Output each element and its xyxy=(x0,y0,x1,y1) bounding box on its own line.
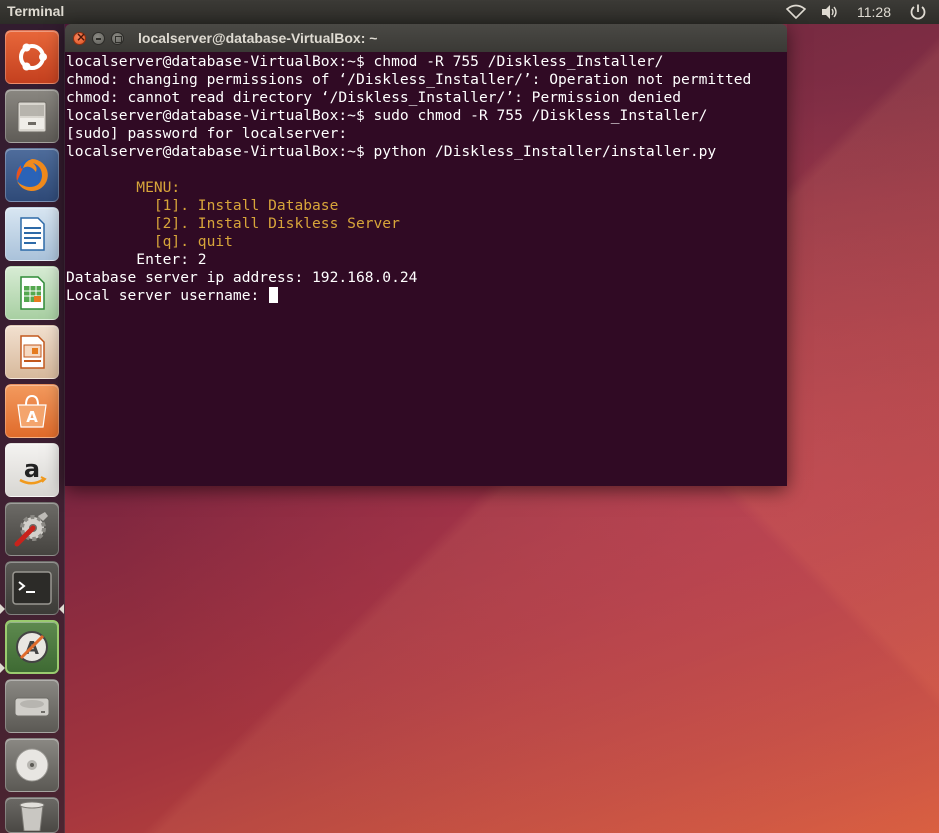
software-updater-icon[interactable]: A xyxy=(5,620,59,674)
terminal-line: Local server username: xyxy=(66,287,751,305)
terminal-icon[interactable] xyxy=(5,561,59,615)
minimize-button[interactable] xyxy=(92,32,105,45)
power-icon[interactable] xyxy=(907,2,929,22)
disk-drive-icon[interactable] xyxy=(5,679,59,733)
terminal-line: localserver@database-VirtualBox:~$ chmod… xyxy=(66,53,664,70)
running-app-indicator xyxy=(0,604,5,614)
terminal-line: MENU: xyxy=(66,179,181,196)
running-app-indicator xyxy=(0,663,5,673)
terminal-line: chmod: changing permissions of ‘/Diskles… xyxy=(66,71,752,88)
top-panel: Terminal 11:28 xyxy=(0,0,939,24)
trash-icon[interactable] xyxy=(5,797,59,833)
volume-icon[interactable] xyxy=(819,2,841,22)
launcher: A a A xyxy=(0,24,65,833)
software-center-icon[interactable]: A xyxy=(5,384,59,438)
terminal-line: Database server ip address: 192.168.0.24 xyxy=(66,269,418,286)
svg-text:A: A xyxy=(26,408,38,426)
active-window-indicator xyxy=(59,604,64,614)
close-button[interactable] xyxy=(73,30,86,45)
panel-app-title: Terminal xyxy=(7,3,65,19)
terminal-line: localserver@database-VirtualBox:~$ sudo … xyxy=(66,107,708,124)
terminal-window[interactable]: localserver@database-VirtualBox: ~ local… xyxy=(65,24,787,486)
system-settings-icon[interactable] xyxy=(5,502,59,556)
dash-home-icon[interactable] xyxy=(5,30,59,84)
window-title: localserver@database-VirtualBox: ~ xyxy=(138,30,378,46)
libreoffice-writer-icon[interactable] xyxy=(5,207,59,261)
terminal-line: [2]. Install Diskless Server xyxy=(66,215,400,232)
terminal-line: [sudo] password for localserver: xyxy=(66,125,348,142)
terminal-line: chmod: cannot read directory ‘/Diskless_… xyxy=(66,89,682,106)
terminal-line: Enter: 2 xyxy=(66,251,207,268)
amazon-icon[interactable]: a xyxy=(5,443,59,497)
terminal-lines: localserver@database-VirtualBox:~$ chmod… xyxy=(66,53,751,305)
clock[interactable]: 11:28 xyxy=(853,4,895,20)
terminal-line: [q]. quit xyxy=(66,233,233,250)
window-titlebar[interactable]: localserver@database-VirtualBox: ~ xyxy=(65,24,787,52)
firefox-icon[interactable] xyxy=(5,148,59,202)
files-icon[interactable] xyxy=(5,89,59,143)
terminal-output[interactable]: localserver@database-VirtualBox:~$ chmod… xyxy=(65,52,787,486)
text-cursor xyxy=(269,287,279,303)
system-tray: 11:28 xyxy=(785,2,929,22)
libreoffice-impress-icon[interactable] xyxy=(5,325,59,379)
dvd-icon[interactable] xyxy=(5,738,59,792)
maximize-button[interactable] xyxy=(111,32,124,45)
wifi-icon[interactable] xyxy=(785,2,807,22)
terminal-line: [1]. Install Database xyxy=(66,197,339,214)
libreoffice-calc-icon[interactable] xyxy=(5,266,59,320)
terminal-line: localserver@database-VirtualBox:~$ pytho… xyxy=(66,143,717,160)
svg-text:a: a xyxy=(24,455,40,483)
